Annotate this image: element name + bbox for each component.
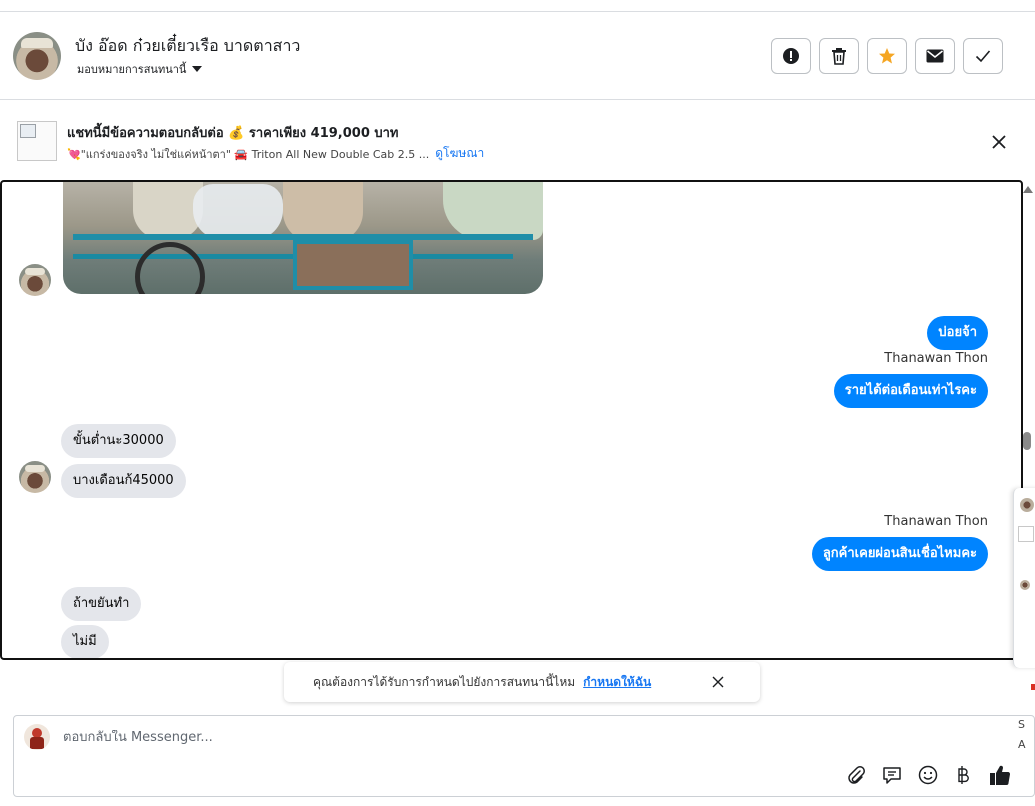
mark-spam-button[interactable]	[771, 38, 811, 74]
payment-button[interactable]	[953, 764, 975, 786]
like-button[interactable]	[989, 764, 1011, 786]
sender-name: Thanawan Thon	[884, 351, 988, 366]
attach-button[interactable]	[845, 764, 867, 786]
reply-input[interactable]	[63, 730, 763, 745]
page-avatar	[24, 724, 50, 750]
side-thumbnail	[1018, 526, 1034, 542]
view-ad-link[interactable]: ดูโฆษณา	[435, 144, 484, 163]
delete-button[interactable]	[819, 38, 859, 74]
sender-name: Thanawan Thon	[884, 514, 988, 529]
checkmark-icon	[975, 50, 991, 63]
assign-suggestion-text: คุณต้องการได้รับการกำหนดไปยังการสนทนานี้…	[313, 674, 576, 689]
contact-avatar[interactable]	[13, 32, 61, 80]
side-avatar-small	[1020, 580, 1030, 590]
ad-title: แชทนี้มีข้อความตอบกลับต่อ 💰 ราคาเพียง 41…	[67, 126, 399, 141]
incoming-message[interactable]: บางเดือนก้45000	[61, 464, 186, 498]
incoming-message[interactable]: ไม่มี	[61, 625, 109, 658]
like-icon	[990, 765, 1011, 785]
side-badge	[1031, 684, 1035, 690]
outgoing-message[interactable]: รายได้ต่อเดือนเท่าไรคะ	[833, 374, 988, 408]
close-ad-button[interactable]	[988, 131, 1010, 153]
ad-context-banner: แชทนี้มีข้อความตอบกลับต่อ 💰 ราคาเพียง 41…	[0, 101, 1035, 180]
scroll-up-arrow-icon[interactable]	[1023, 186, 1033, 193]
outgoing-message[interactable]: ลูกค้าเคยผ่อนสินเชื่อไหมคะ	[811, 537, 988, 571]
mark-unread-button[interactable]	[915, 38, 955, 74]
emoji-icon	[918, 765, 938, 785]
scroll-thumb[interactable]	[1023, 432, 1031, 450]
mark-done-button[interactable]	[963, 38, 1003, 74]
star-icon	[879, 48, 895, 64]
contact-name[interactable]: บัง อ๊อด ก๋วยเตี๋ยวเรือ บาดตาสาว	[75, 34, 300, 59]
close-icon	[992, 135, 1006, 149]
close-icon[interactable]	[710, 674, 726, 690]
exclamation-circle-icon	[783, 48, 799, 64]
assign-to-me-link[interactable]: กำหนดให้ฉัน	[583, 673, 651, 692]
trash-icon	[832, 48, 846, 65]
conversation-header: บัง อ๊อด ก๋วยเตี๋ยวเรือ บาดตาสาว มอบหมาย…	[0, 12, 1035, 100]
emoji-button[interactable]	[917, 764, 939, 786]
message-thread[interactable]: บ่อยจ้า Thanawan Thon รายได้ต่อเดือนเท่า…	[0, 180, 1023, 660]
incoming-message[interactable]: ถ้าขยันทำ	[61, 587, 142, 621]
star-button[interactable]	[867, 38, 907, 74]
assign-suggestion: คุณต้องการได้รับการกำหนดไปยังการสนทนานี้…	[284, 662, 760, 702]
ad-thumbnail[interactable]	[17, 121, 57, 161]
assign-dropdown[interactable]: มอบหมายการสนทนานี้	[77, 60, 203, 78]
baht-icon	[958, 766, 969, 784]
attachment-icon	[848, 766, 865, 784]
side-panel-peek[interactable]	[1013, 488, 1035, 668]
contact-avatar-small	[19, 461, 51, 493]
ad-description-row: 💘"แกร่งของจริง ไม่ใช่แค่หน้าตา" 🚘 Triton…	[67, 144, 484, 163]
side-avatar	[1020, 498, 1034, 512]
shared-photo[interactable]	[63, 182, 543, 294]
reply-composer	[13, 715, 1035, 797]
assign-label: มอบหมายการสนทนานี้	[77, 63, 187, 76]
saved-reply-icon	[883, 767, 901, 784]
outgoing-message[interactable]: บ่อยจ้า	[927, 316, 988, 350]
caret-down-icon	[192, 66, 203, 72]
envelope-icon	[926, 49, 944, 63]
incoming-message[interactable]: ขั้นต่ำนะ30000	[61, 424, 176, 458]
ad-description: 💘"แกร่งของจริง ไม่ใช่แค่หน้าตา" 🚘 Triton…	[67, 147, 430, 161]
contact-avatar-small	[19, 264, 51, 296]
saved-replies-button[interactable]	[881, 764, 903, 786]
